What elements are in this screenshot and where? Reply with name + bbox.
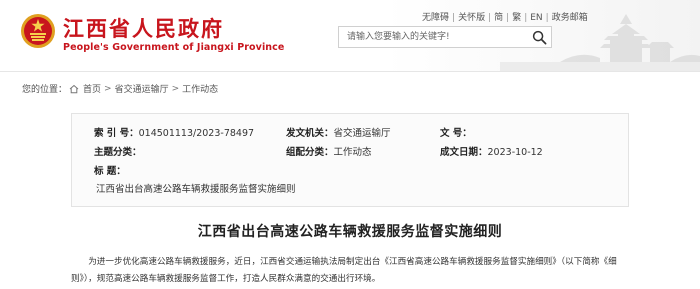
top-links-bar: 无障碍 | 关怀版 | 简 | 繁 | EN | 政务邮箱 [422,13,588,23]
meta-doc-no: 文 号： [440,125,472,139]
article-paragraph: 为进一步优化高速公路车辆救援服务，近日，江西省交通运输执法局制定出台《江西省高速… [71,257,617,284]
meta-issuer: 发文机关：省交通运输厅 [286,125,391,139]
article-title: 江西省出台高速公路车辆救援服务监督实施细则 [197,224,503,240]
meta-org-label: 组配分类： [286,147,334,158]
meta-title-value: 江西省出台高速公路车辆救援服务监督实施细则 [96,184,296,195]
breadcrumb-home[interactable]: 首页 [83,82,101,95]
search-icon[interactable] [532,30,547,45]
meta-doc-no-label: 文 号： [440,128,472,139]
breadcrumb-section[interactable]: 工作动态 [182,82,218,95]
english-link[interactable]: EN [530,13,542,23]
meta-topic-label: 主题分类： [94,147,142,158]
home-icon [69,84,79,93]
accessibility-link[interactable]: 无障碍 [422,13,449,23]
meta-title-label: 标 题： [94,166,126,177]
article-body: 为进一步优化高速公路车辆救援服务，近日，江西省交通运输执法局制定出台《江西省高速… [71,254,637,288]
breadcrumb-separator: > [104,83,112,94]
national-emblem-icon [21,14,55,48]
search-box [338,26,552,48]
meta-index-value: 014501113/2023-78497 [138,128,255,139]
meta-date-value: 2023-10-12 [487,147,543,158]
meta-title: 标 题： [94,163,126,177]
breadcrumb: 您的位置： 首页 > 省交通运输厅 > 工作动态 [22,82,218,96]
site-header: 江西省人民政府 People's Government of Jiangxi P… [0,0,700,71]
gov-mail-link[interactable]: 政务邮箱 [552,13,588,23]
meta-date-label: 成文日期： [440,147,488,158]
breadcrumb-separator: > [171,83,180,94]
breadcrumb-prefix: 您的位置： [22,85,68,95]
breadcrumb-department[interactable]: 省交通运输厅 [115,82,169,95]
traditional-chinese-link[interactable]: 繁 [512,13,521,23]
care-mode-link[interactable]: 关怀版 [458,13,485,23]
simplified-chinese-link[interactable]: 简 [494,13,503,23]
meta-issuer-label: 发文机关： [286,128,334,139]
meta-topic: 主题分类： [94,144,142,158]
meta-org-value: 工作动态 [333,147,372,158]
meta-index-label: 索 引 号： [94,128,139,139]
meta-index: 索 引 号：014501113/2023-78497 [94,125,254,139]
meta-issuer-value: 省交通运输厅 [333,128,391,139]
document-metadata-table: 索 引 号：014501113/2023-78497 发文机关：省交通运输厅 文… [71,113,629,207]
site-title[interactable]: 江西省人民政府 [63,13,224,43]
header-divider [0,71,700,72]
meta-org: 组配分类：工作动态 [286,144,372,158]
site-subtitle: People's Government of Jiangxi Province [63,42,285,53]
meta-date: 成文日期：2023-10-12 [440,144,543,158]
search-input[interactable] [339,27,519,47]
